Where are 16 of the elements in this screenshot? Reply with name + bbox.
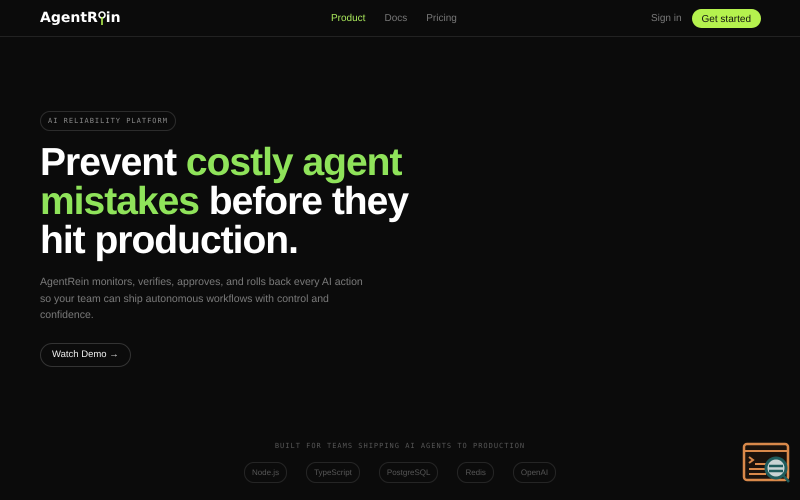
headline: Prevent costly agent mistakes before they hit production. (40, 143, 410, 260)
nav-link[interactable]: Pricing (426, 12, 457, 24)
get-started-button[interactable]: Get started (692, 8, 761, 28)
sign-in-link[interactable]: Sign in (650, 12, 682, 24)
nav-link[interactable]: Docs (384, 12, 408, 24)
logo-mark-icon (98, 11, 106, 25)
tech-tag: TypeScript (306, 462, 360, 482)
watch-demo-button[interactable]: Watch Demo → (40, 342, 131, 366)
nav-link[interactable]: Product (331, 12, 366, 24)
logo-text: in (106, 10, 121, 26)
tech-tag: Node.js (244, 462, 288, 482)
tech-tag: Redis (457, 462, 494, 482)
tech-tag: PostgreSQL (378, 462, 438, 482)
description: AgentRein monitors, verifies, approves, and rolls back every AI action so your team can ship autonomous workflows with control and confidence. (40, 275, 364, 323)
tech-tag: OpenAI (512, 462, 556, 482)
logo-text: AgentR (40, 10, 98, 26)
